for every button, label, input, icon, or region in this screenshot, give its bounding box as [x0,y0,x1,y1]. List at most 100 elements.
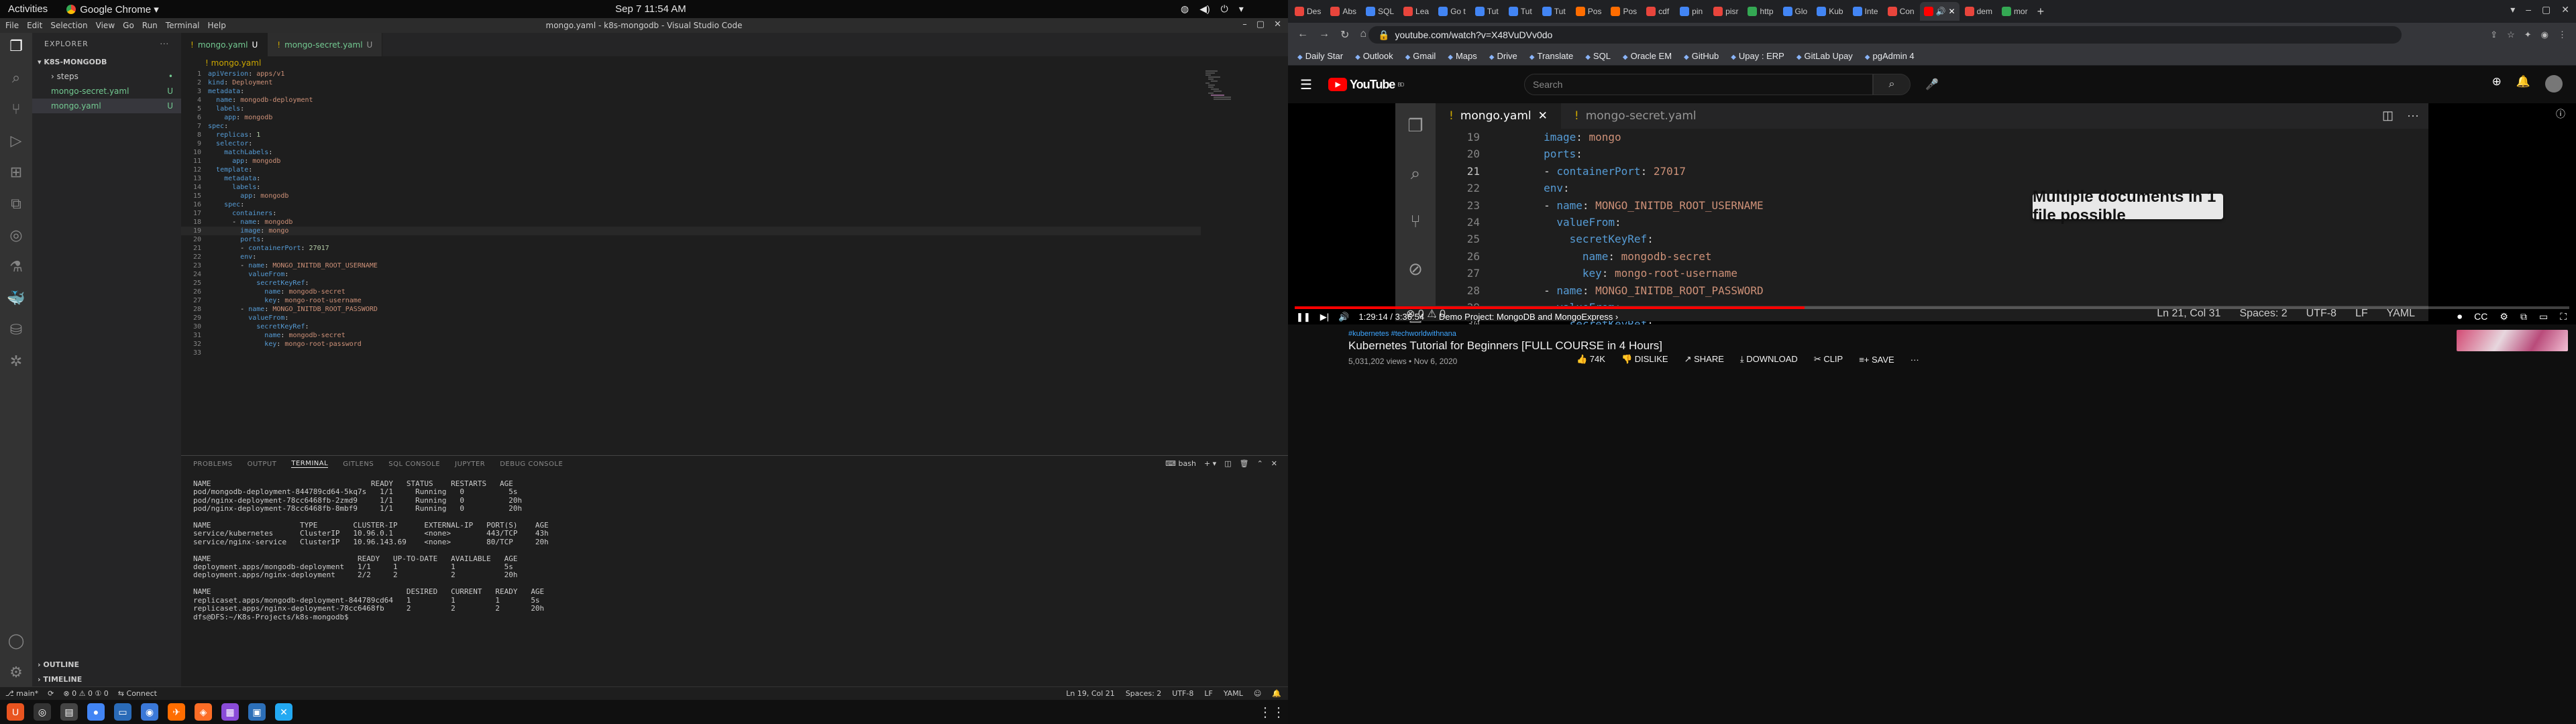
dock-app-icon[interactable]: ◈ [195,703,212,721]
extensions-icon[interactable]: ⊞ [10,164,22,181]
miniplayer-icon[interactable]: ⧉ [2520,311,2527,322]
forward-icon[interactable]: → [1319,28,1330,42]
browser-tab[interactable]: pisr [1709,2,1742,21]
file-item[interactable]: mongo.yaml U [32,99,181,113]
browser-tab[interactable]: Pos [1572,2,1606,21]
search-icon[interactable]: ⌕ [12,70,20,86]
menu-item-run[interactable]: Run [142,21,158,30]
clock[interactable]: Sep 7 11:54 AM [590,3,711,15]
docker-icon[interactable]: 🐳 [7,290,25,307]
dock-app-icon[interactable]: ▤ [60,703,78,721]
explorer-icon[interactable]: ❐ [9,38,23,55]
browser-tab[interactable]: Glo [1779,2,1812,21]
bookmark-item[interactable]: ◆ SQL [1585,51,1611,61]
dock-app-icon[interactable]: ◎ [34,703,51,721]
menu-item-file[interactable]: File [5,21,19,30]
split-terminal-icon[interactable]: ◫ [1224,459,1231,468]
youtube-logo[interactable]: ▶ YouTube BD [1328,78,1404,92]
panel-tab-sql-console[interactable]: SQL CONSOLE [388,461,440,468]
remote-icon[interactable]: ⧉ [11,196,21,213]
bookmark-star-icon[interactable]: ☆ [2507,29,2515,40]
panel-tab-debug-console[interactable]: DEBUG CONSOLE [500,461,563,468]
code-editor[interactable]: 1 apiVersion: apps/v1 2 kind: Deployment 3 me… [181,70,1201,445]
minimap[interactable] [1204,70,1244,123]
menu-item-go[interactable]: Go [123,21,134,30]
browser-tab[interactable]: Go t [1434,2,1470,21]
tray-item[interactable]: ▾ [1239,3,1244,15]
status-item[interactable]: ⊗ 0 ⚠ 0 ① 0 [63,689,108,698]
tab-close-icon[interactable]: ✕ [1949,7,1955,16]
outline-section[interactable]: › OUTLINE [32,657,181,672]
avatar[interactable] [2545,75,2563,93]
youtube-search-button[interactable]: ⌕ [1873,74,1911,95]
dock-app-icon[interactable]: ▦ [221,703,239,721]
microphone-icon[interactable]: 🎤 [1925,78,1939,91]
panel-tab-terminal[interactable]: TERMINAL [291,460,329,468]
tab-audio-icon[interactable]: 🔊 [1936,7,1946,16]
terminal-output[interactable]: NAME READY STATUS RESTARTS AGE pod/mongo… [181,472,1288,621]
close-button[interactable]: ✕ [1274,19,1281,29]
minimize-button[interactable]: – [1242,19,1247,29]
new-terminal-icon[interactable]: + ▾ [1204,459,1216,468]
status-item[interactable]: ⎇ main* [5,689,38,698]
notifications-icon[interactable]: 🔔 [2516,75,2530,93]
browser-tab[interactable]: Con [1884,2,1919,21]
status-item[interactable]: Spaces: 2 [1126,689,1161,698]
theater-mode-icon[interactable]: ▭ [2539,311,2548,322]
dock-app-icon[interactable]: ✈ [168,703,185,721]
minimize-icon[interactable]: – [2526,4,2531,15]
dock-app-icon[interactable]: ◉ [141,703,158,721]
tray-item[interactable]: ◀) [1199,3,1210,15]
browser-tab[interactable]: Tut [1538,2,1570,21]
video-action-button[interactable]: ≡+ SAVE [1859,355,1894,365]
browser-tab[interactable]: SQL [1362,2,1398,21]
video-player[interactable]: ❐ ⌕ ⑂ ⊘ ⊞ 🐳 ⚙ ! mongo.yaml ✕! mongo-secret.… [1288,103,2576,324]
profile-icon[interactable]: ◉ [2541,29,2548,40]
editor-tab[interactable]: ! mongo.yaml U [181,33,268,56]
menu-item-terminal[interactable]: Terminal [166,21,200,30]
menu-item-help[interactable]: Help [208,21,226,30]
browser-tab[interactable]: Kub [1813,2,1847,21]
browser-tab[interactable]: pin [1676,2,1708,21]
menu-item-selection[interactable]: Selection [50,21,87,30]
pause-icon[interactable]: ❚❚ [1296,312,1311,322]
panel-tab-jupyter[interactable]: JUPYTER [455,461,485,468]
database-icon[interactable]: ⛁ [10,322,22,339]
settings-gear-icon[interactable]: ⚙ [9,664,23,681]
bookmark-item[interactable]: ◆ Maps [1448,51,1477,61]
bookmark-item[interactable]: ◆ GitHub [1684,51,1719,61]
video-action-button[interactable]: 👍 74K [1576,354,1605,365]
fullscreen-icon[interactable]: ⛶ [2560,311,2567,322]
video-action-button[interactable]: ↗ SHARE [1684,354,1724,365]
browser-tab[interactable]: Tut [1505,2,1537,21]
share-icon[interactable]: ⇪ [2490,29,2498,40]
timeline-section[interactable]: › TIMELINE [32,672,181,686]
bookmark-item[interactable]: ◆ GitLab Upay [1796,51,1853,61]
maximize-panel-icon[interactable]: ⌃ [1257,459,1263,468]
browser-tab[interactable]: cdf [1642,2,1674,21]
browser-tab[interactable]: Des [1291,2,1325,21]
menu-item-view[interactable]: View [96,21,115,30]
video-action-button[interactable]: ··· [1911,355,1919,365]
dock-app-icon[interactable]: ● [87,703,105,721]
browser-tab[interactable]: Pos [1607,2,1641,21]
app-menu[interactable]: Google Chrome ▾ [66,3,159,15]
panel-tab-problems[interactable]: PROBLEMS [193,461,233,468]
status-item[interactable]: ☺ [1254,689,1261,698]
browser-tab[interactable]: mor [1998,2,2032,21]
next-video-icon[interactable]: ▶| [1320,312,1329,322]
browser-tab[interactable]: Lea [1399,2,1433,21]
browser-tab[interactable]: http [1743,2,1777,21]
bookmark-item[interactable]: ◆ Oracle EM [1623,51,1672,61]
status-item[interactable]: Ln 19, Col 21 [1066,689,1115,698]
extensions-icon[interactable]: ✦ [2524,29,2532,40]
bookmark-item[interactable]: ◆ pgAdmin 4 [1865,51,1915,61]
account-icon[interactable]: ◯ [8,633,25,650]
browser-tab[interactable]: 🔊 ✕ [1919,2,1960,21]
status-item[interactable]: LF [1204,689,1212,698]
subtitles-icon[interactable]: CC [2474,311,2487,322]
status-item[interactable]: ⇆ Connect [118,689,157,698]
testing-icon[interactable]: ⚗ [9,259,23,276]
editor-tab[interactable]: ! mongo-secret.yaml U [268,33,383,56]
breadcrumb-file[interactable]: ! mongo.yaml [205,58,261,68]
